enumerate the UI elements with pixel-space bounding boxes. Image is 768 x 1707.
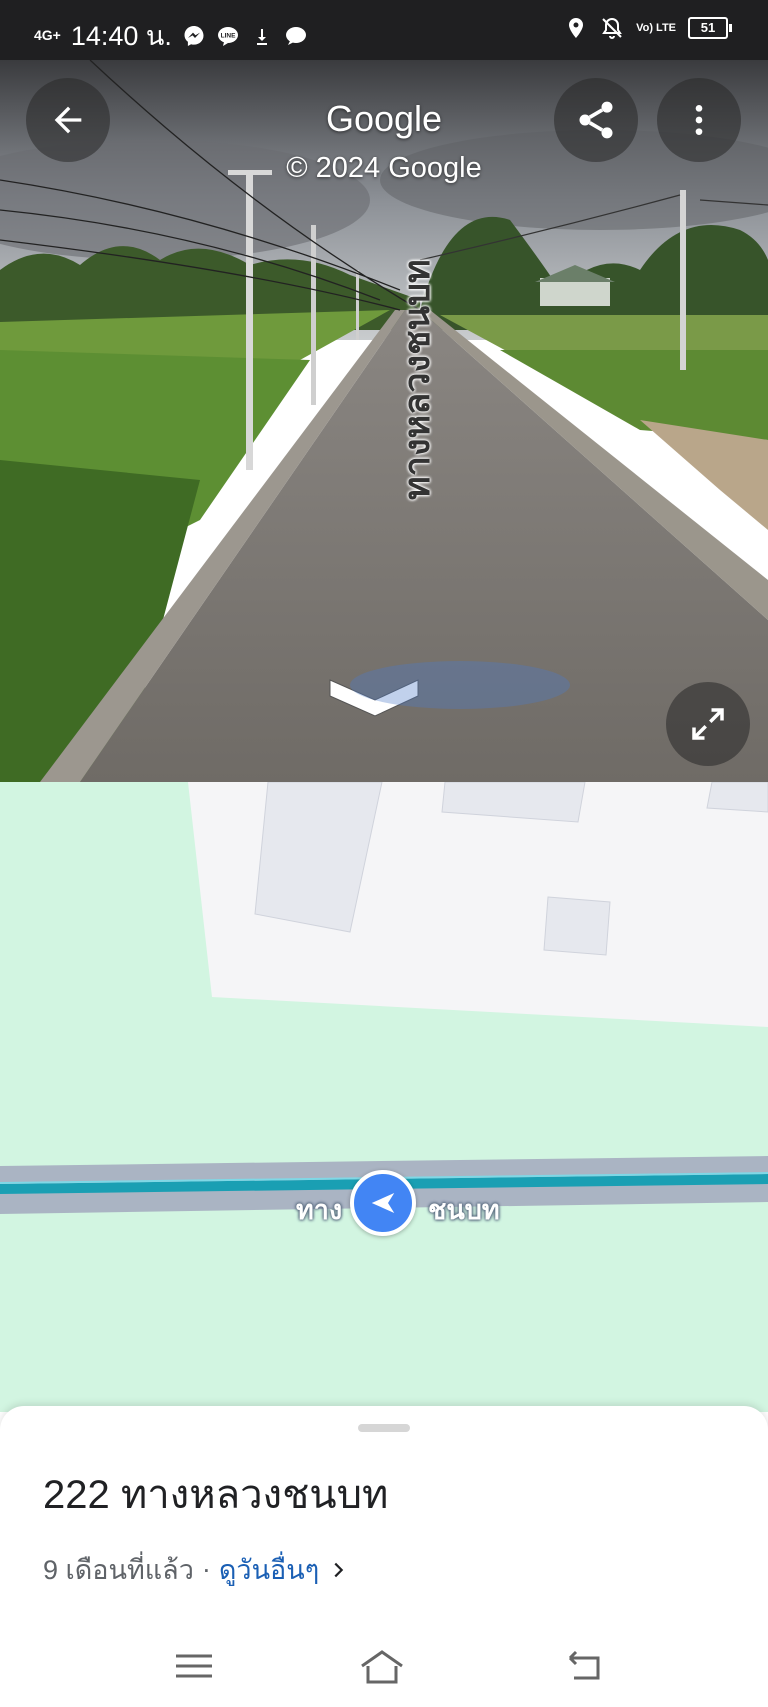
see-other-dates-link[interactable]: ดูวันอื่นๆ	[219, 1548, 319, 1591]
status-time: 14:40 น.	[70, 21, 172, 51]
line-icon: LINE	[217, 26, 238, 46]
messenger-icon	[184, 25, 204, 46]
share-icon	[579, 101, 613, 139]
mute-icon	[602, 17, 622, 39]
back-nav-icon[interactable]	[562, 1646, 610, 1686]
fullscreen-icon	[692, 708, 724, 740]
location-pointer[interactable]	[350, 1170, 416, 1236]
place-title: 222 ทางหลวงชนบท	[43, 1473, 389, 1517]
location-icon	[569, 18, 584, 38]
system-nav-bar	[0, 1626, 768, 1707]
more-options-button[interactable]	[657, 78, 741, 162]
download-icon	[256, 28, 267, 45]
map-road-label-left: ทาง	[296, 1195, 343, 1225]
capture-date-row: 9 เดือนที่แล้ว · ดูวันอื่นๆ	[43, 1548, 349, 1591]
drag-handle[interactable]	[358, 1424, 410, 1432]
more-vert-icon	[695, 105, 703, 135]
share-button[interactable]	[554, 78, 638, 162]
menu-icon[interactable]	[170, 1646, 218, 1686]
google-brand: Google	[325, 98, 443, 139]
capture-date: 9 เดือนที่แล้ว	[43, 1555, 194, 1585]
street-view-panorama[interactable]: ทางหลวงชนบท Google © 2024 Google	[0, 60, 768, 782]
status-bar: 4G+ 14:40 น. LINE Vo) LTE 51	[0, 0, 768, 60]
street-view-road-label: ทางหลวงชนบท	[396, 259, 437, 500]
expand-button[interactable]	[666, 682, 750, 766]
copyright-text: © 2024 Google	[286, 152, 482, 184]
home-icon[interactable]	[358, 1646, 406, 1686]
map-canvas	[0, 782, 768, 1214]
battery-level: 51	[700, 20, 716, 35]
place-sheet[interactable]: 222 ทางหลวงชนบท 9 เดือนที่แล้ว · ดูวันอื…	[0, 1406, 768, 1707]
chat-bubble-icon	[285, 26, 306, 45]
battery-icon: 51	[688, 17, 732, 39]
chevron-right-icon[interactable]	[327, 1559, 349, 1581]
network-indicator: 4G+	[34, 27, 61, 43]
svg-text:LINE: LINE	[220, 32, 235, 39]
map-view[interactable]: ทาง ชนบท	[0, 782, 768, 1412]
direction-arrow-icon	[371, 1193, 395, 1213]
meta-separator: ·	[201, 1554, 211, 1584]
volte-icon: Vo) LTE	[636, 21, 676, 34]
map-road-label-right: ชนบท	[428, 1195, 500, 1225]
